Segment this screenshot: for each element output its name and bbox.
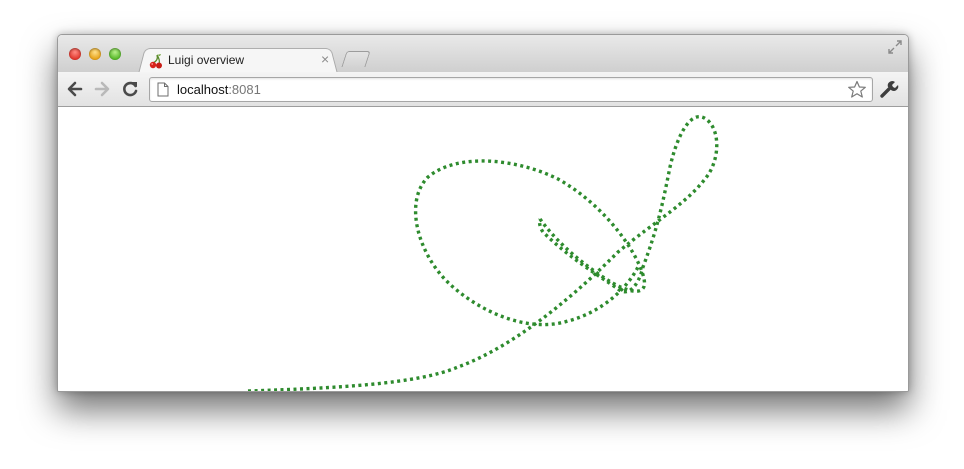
dotted-path xyxy=(247,115,719,391)
wrench-icon[interactable] xyxy=(879,79,899,99)
new-tab-button[interactable] xyxy=(341,51,371,67)
title-bar: Luigi overview × xyxy=(58,35,908,74)
green-dotted-trail xyxy=(247,115,719,391)
tab-close-icon[interactable]: × xyxy=(321,51,329,67)
fullscreen-icon[interactable] xyxy=(887,39,903,55)
tab-luigi-overview[interactable]: Luigi overview × xyxy=(142,50,334,72)
desktop-stage: Luigi overview × localhost:8081 xyxy=(0,0,964,469)
close-window-button[interactable] xyxy=(69,48,81,60)
address-bar[interactable]: localhost:8081 xyxy=(149,77,873,102)
browser-toolbar: localhost:8081 xyxy=(58,72,908,107)
cherries-icon xyxy=(149,54,162,69)
tab-title: Luigi overview xyxy=(168,53,245,67)
reload-icon[interactable] xyxy=(119,78,141,100)
star-icon[interactable] xyxy=(847,80,867,99)
url-port: :8081 xyxy=(228,82,261,97)
page-viewport xyxy=(58,107,908,391)
zoom-window-button[interactable] xyxy=(109,48,121,60)
url-host: localhost xyxy=(177,82,229,97)
minimize-window-button[interactable] xyxy=(89,48,101,60)
url-text[interactable]: localhost:8081 xyxy=(177,82,261,97)
forward-arrow-icon[interactable] xyxy=(91,78,113,100)
back-arrow-icon[interactable] xyxy=(64,78,86,100)
document-icon xyxy=(157,82,169,97)
browser-window: Luigi overview × localhost:8081 xyxy=(57,34,909,392)
